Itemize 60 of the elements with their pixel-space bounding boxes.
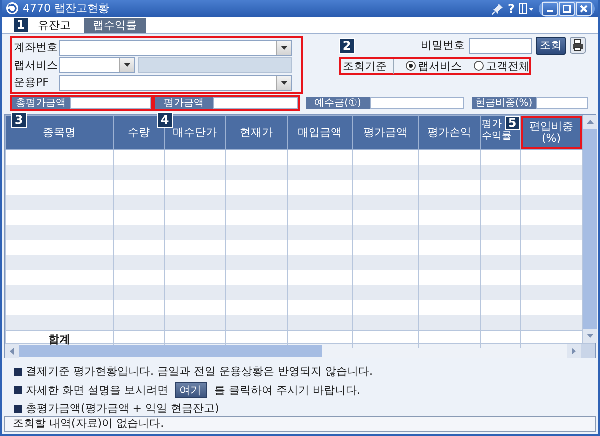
window-title: 4770 랩잔고현황 <box>23 1 110 16</box>
left-arrow-icon[interactable] <box>10 348 14 354</box>
radio-label: 랩서비스 <box>418 58 462 74</box>
column-header: 편입비중 (%) <box>520 116 582 150</box>
note-text: 자세한 화면 설명을 보시려면 <box>26 382 168 398</box>
pin-icon[interactable] <box>492 2 504 14</box>
print-icon[interactable] <box>570 37 586 54</box>
field-label: 비밀번호 <box>421 38 465 53</box>
note-text: 총평가금액(평가금액 + 익일 현금잔고) <box>26 401 220 416</box>
note-text: 결제기준 평가현황입니다. 금일과 전일 운용상황은 반영되지 않습니다. <box>26 364 373 379</box>
caret-icon <box>124 63 130 67</box>
dropdown-field[interactable] <box>59 74 292 90</box>
column-header: 평가손익 <box>418 116 480 150</box>
caret-icon <box>280 46 288 50</box>
caret-icon <box>280 80 288 84</box>
field-label: 랩서비스 <box>14 58 56 72</box>
minimize-icon <box>547 10 553 12</box>
bullet-icon <box>14 404 22 412</box>
radio-button[interactable] <box>406 61 416 71</box>
bullet-icon <box>14 386 22 394</box>
close-icon <box>580 4 588 12</box>
field-label: 운용PF <box>14 75 50 90</box>
maximize-button[interactable] <box>559 2 575 16</box>
vertical-scrollbar[interactable] <box>583 115 597 343</box>
field-label: 예수금(①) <box>306 97 370 109</box>
field-label: 현금비중(%) <box>472 97 536 109</box>
help-link-button[interactable]: 여기 <box>174 382 206 398</box>
field-label: 계좌번호 <box>14 40 56 55</box>
step-badge: 2 <box>339 38 355 54</box>
column-header: 현재가 <box>226 116 288 150</box>
tab[interactable]: 랩수익률 <box>84 18 146 33</box>
status-bar: 조회할 내역(자료)이 없습니다. <box>4 416 596 432</box>
query-button[interactable]: 조회 <box>536 36 566 54</box>
field-label: 조회기준 <box>341 58 394 74</box>
app-logo-icon <box>6 2 19 15</box>
close-button[interactable] <box>576 2 592 16</box>
step-badge: 5 <box>505 116 520 130</box>
dropdown-field[interactable] <box>59 57 135 73</box>
radio-label: 고객전체 <box>486 58 530 74</box>
horizontal-scrollbar[interactable] <box>5 343 595 358</box>
up-arrow-icon[interactable] <box>586 120 594 124</box>
down-arrow-icon[interactable] <box>586 334 594 338</box>
step-badge: 3 <box>11 112 27 128</box>
right-arrow-icon[interactable] <box>572 348 576 354</box>
field-label: 총평가금액 <box>12 97 70 109</box>
resize-grip[interactable] <box>581 344 595 358</box>
password-field[interactable] <box>469 38 532 54</box>
column-header: 매입금액 <box>288 116 352 150</box>
column-header: 평가금액 <box>352 116 418 150</box>
layout-menu-icon[interactable] <box>519 2 535 14</box>
help-button[interactable]: ? <box>508 2 515 16</box>
note-text: 를 클릭하여 주시기 바랍니다. <box>214 382 360 398</box>
dropdown-field[interactable] <box>59 40 292 56</box>
field-label: 평가금액 <box>155 97 214 109</box>
maximize-icon <box>563 4 571 12</box>
value-field <box>536 97 588 109</box>
minimize-button[interactable] <box>542 2 558 16</box>
radio-button[interactable] <box>474 61 484 71</box>
bullet-icon <box>14 368 22 376</box>
step-badge: 1 <box>13 17 29 33</box>
